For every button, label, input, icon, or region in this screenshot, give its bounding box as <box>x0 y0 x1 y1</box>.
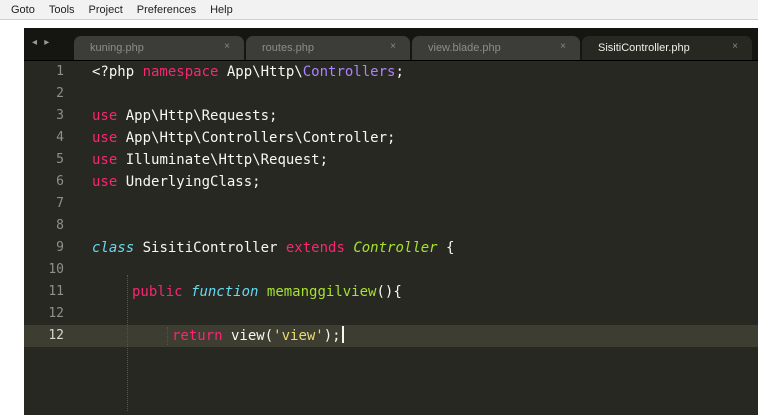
tab-scroll-arrows-icon[interactable]: ◂ ▸ <box>32 37 51 48</box>
code-line-5[interactable]: 5 use Illuminate\Http\Request; <box>24 149 758 171</box>
menu-preferences[interactable]: Preferences <box>130 4 203 16</box>
line-number: 9 <box>56 240 64 255</box>
code-text: public function memanggilview(){ <box>132 284 402 300</box>
menu-goto[interactable]: Goto <box>4 4 42 16</box>
code-line-6[interactable]: 6 use UnderlyingClass; <box>24 171 758 193</box>
code-text: <?php namespace App\Http\Controllers; <box>92 64 404 80</box>
line-number: 6 <box>56 174 64 189</box>
line-number: 7 <box>56 196 64 211</box>
code-line-11[interactable]: 11 public function memanggilview(){ <box>24 281 758 303</box>
line-number: 10 <box>48 262 64 277</box>
code-text: use App\Http\Requests; <box>92 108 278 124</box>
code-text: class SisitiController extends Controlle… <box>92 240 455 256</box>
tab-bar: ◂ ▸ kuning.php × routes.php × view.blade… <box>24 28 758 61</box>
close-icon[interactable]: × <box>560 41 566 52</box>
code-line-2[interactable]: 2 <box>24 83 758 105</box>
code-line-12-content[interactable]: 12 return view('view'); <box>24 325 758 347</box>
code-line-9[interactable]: 9 class SisitiController extends Control… <box>24 237 758 259</box>
code-line-1[interactable]: 1 <?php namespace App\Http\Controllers; <box>24 61 758 83</box>
line-number: 1 <box>56 64 64 79</box>
menu-project[interactable]: Project <box>82 4 130 16</box>
tab-sisiticontroller-php[interactable]: SisitiController.php × <box>582 36 752 60</box>
tab-label: kuning.php <box>90 42 144 54</box>
line-number: 4 <box>56 130 64 145</box>
close-icon[interactable]: × <box>732 41 738 52</box>
tab-routes-php[interactable]: routes.php × <box>246 36 410 60</box>
close-icon[interactable]: × <box>224 41 230 52</box>
line-number: 5 <box>56 152 64 167</box>
line-number: 12 <box>48 328 64 343</box>
menu-bar: Goto Tools Project Preferences Help <box>0 0 758 20</box>
code-line-3[interactable]: 3 use App\Http\Requests; <box>24 105 758 127</box>
line-number: 11 <box>48 284 64 299</box>
code-line-7[interactable]: 7 <box>24 193 758 215</box>
code-text: use Illuminate\Http\Request; <box>92 152 329 168</box>
menu-help[interactable]: Help <box>203 4 240 16</box>
tab-kuning-php[interactable]: kuning.php × <box>74 36 244 60</box>
code-text: use UnderlyingClass; <box>92 174 261 190</box>
text-cursor <box>341 326 344 343</box>
code-text: use App\Http\Controllers\Controller; <box>92 130 396 146</box>
code-line-12[interactable]: 12 <box>24 303 758 325</box>
code-line-10[interactable]: 10 <box>24 259 758 281</box>
tab-view-blade-php[interactable]: view.blade.php × <box>412 36 580 60</box>
code-text: return view('view'); <box>172 325 344 347</box>
line-number: 8 <box>56 218 64 233</box>
code-line-8[interactable]: 8 <box>24 215 758 237</box>
line-number: 2 <box>56 86 64 101</box>
tab-label: routes.php <box>262 42 314 54</box>
tab-label: SisitiController.php <box>598 42 690 54</box>
menu-tools[interactable]: Tools <box>42 4 82 16</box>
code-line-4[interactable]: 4 use App\Http\Controllers\Controller; <box>24 127 758 149</box>
close-icon[interactable]: × <box>390 41 396 52</box>
line-number: 12 <box>48 306 64 321</box>
line-number: 3 <box>56 108 64 123</box>
editor-window: ◂ ▸ kuning.php × routes.php × view.blade… <box>24 28 758 415</box>
tab-label: view.blade.php <box>428 42 501 54</box>
